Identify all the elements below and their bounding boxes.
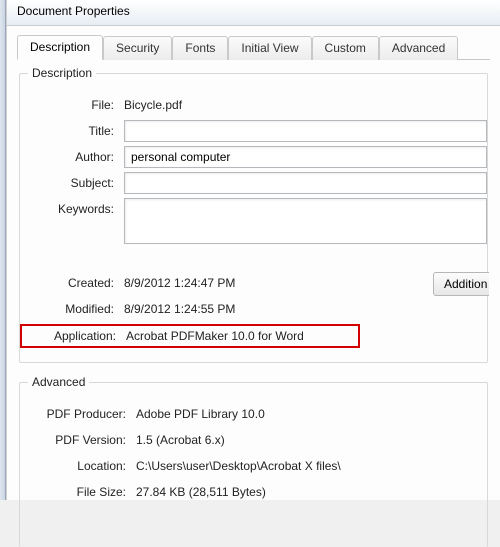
tab-panel-description: Description File: Bicycle.pdf Title: Aut… [7, 60, 500, 547]
tab-security[interactable]: Security [103, 36, 172, 60]
titlebar: Document Properties [7, 0, 500, 26]
row-application: Application: Acrobat PDFMaker 10.0 for W… [20, 324, 487, 348]
row-file: File: Bicycle.pdf [20, 94, 487, 116]
description-group: Description File: Bicycle.pdf Title: Aut… [19, 66, 488, 363]
row-author: Author: [20, 146, 487, 168]
label-created: Created: [20, 276, 124, 290]
tab-description[interactable]: Description [17, 35, 103, 60]
tab-custom[interactable]: Custom [312, 36, 379, 60]
label-location: Location: [20, 459, 136, 473]
label-application: Application: [26, 329, 126, 343]
window-title: Document Properties [17, 4, 130, 18]
row-created: Created: 8/9/2012 1:24:47 PM [20, 272, 487, 294]
label-title: Title: [20, 124, 124, 138]
document-properties-window: Document Properties Description Security… [6, 0, 500, 500]
row-subject: Subject: [20, 172, 487, 194]
label-subject: Subject: [20, 176, 124, 190]
value-version: 1.5 (Acrobat 6.x) [136, 433, 487, 447]
label-author: Author: [20, 150, 124, 164]
value-file: Bicycle.pdf [124, 98, 487, 112]
author-field[interactable] [124, 146, 487, 168]
label-keywords: Keywords: [20, 198, 124, 216]
tab-advanced[interactable]: Advanced [379, 36, 458, 60]
value-filesize: 27.84 KB (28,511 Bytes) [136, 485, 487, 499]
label-producer: PDF Producer: [20, 407, 136, 421]
row-version: PDF Version: 1.5 (Acrobat 6.x) [20, 429, 487, 451]
label-version: PDF Version: [20, 433, 136, 447]
row-keywords: Keywords: [20, 198, 487, 244]
description-legend: Description [28, 66, 96, 80]
row-producer: PDF Producer: Adobe PDF Library 10.0 [20, 403, 487, 425]
advanced-legend: Advanced [28, 375, 89, 389]
advanced-group: Advanced PDF Producer: Adobe PDF Library… [19, 375, 488, 547]
tab-strip: Description Security Fonts Initial View … [17, 34, 490, 60]
additional-metadata-button[interactable]: Addition [433, 272, 489, 296]
title-field[interactable] [124, 120, 487, 142]
value-modified: 8/9/2012 1:24:55 PM [124, 302, 487, 316]
keywords-field[interactable] [124, 198, 487, 244]
label-modified: Modified: [20, 302, 124, 316]
row-modified: Modified: 8/9/2012 1:24:55 PM [20, 298, 487, 320]
row-title: Title: [20, 120, 487, 142]
label-filesize: File Size: [20, 485, 136, 499]
row-location: Location: C:\Users\user\Desktop\Acrobat … [20, 455, 487, 477]
value-producer: Adobe PDF Library 10.0 [136, 407, 487, 421]
subject-field[interactable] [124, 172, 487, 194]
value-application: Acrobat PDFMaker 10.0 for Word [126, 329, 354, 343]
value-location: C:\Users\user\Desktop\Acrobat X files\ [136, 459, 487, 473]
label-file: File: [20, 98, 124, 112]
application-highlight: Application: Acrobat PDFMaker 10.0 for W… [20, 324, 360, 348]
tab-fonts[interactable]: Fonts [172, 36, 228, 60]
tab-initial-view[interactable]: Initial View [228, 36, 311, 60]
